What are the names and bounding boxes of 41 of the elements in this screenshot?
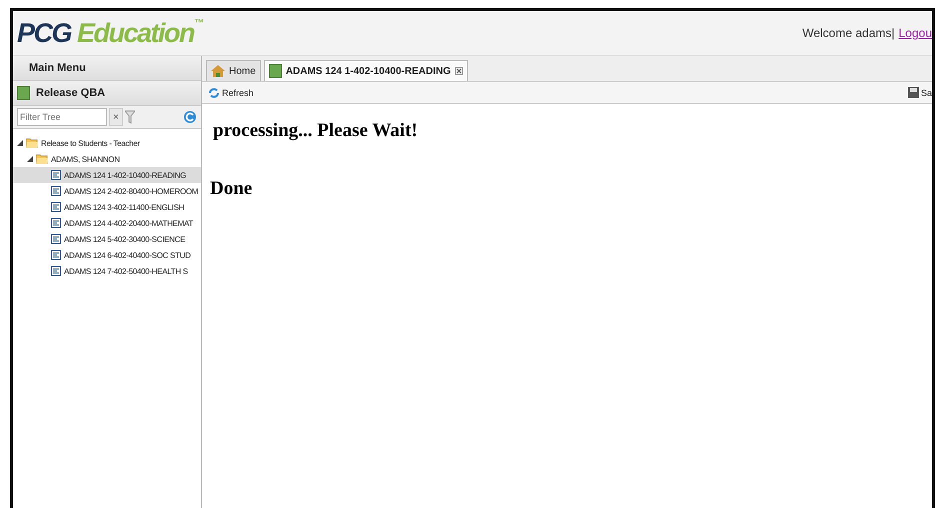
- tree-item[interactable]: ADAMS 124 6-402-40400-SOC STUD: [13, 247, 201, 263]
- result-message: Done: [210, 178, 254, 200]
- list-icon: [51, 186, 61, 196]
- square-icon: [17, 86, 30, 100]
- list-icon: [51, 234, 61, 244]
- list-icon: [51, 170, 61, 180]
- house-icon: [211, 65, 225, 77]
- list-icon: [51, 202, 61, 212]
- list-icon: [51, 218, 61, 228]
- folder-icon: [26, 138, 38, 148]
- tree-item[interactable]: ADAMS 124 7-402-50400-HEALTH S: [13, 263, 201, 279]
- clear-button[interactable]: ×: [109, 108, 123, 126]
- logout-link[interactable]: Logou: [898, 26, 932, 40]
- section-header[interactable]: Release QBA: [13, 81, 201, 106]
- list-icon: [51, 250, 61, 260]
- tree-item[interactable]: ADAMS, SHANNON: [13, 151, 201, 167]
- collapse-icon[interactable]: [17, 140, 23, 146]
- refresh-icon: [208, 86, 220, 98]
- refresh-icon[interactable]: [183, 110, 197, 124]
- tree-item[interactable]: ADAMS 124 2-402-80400-HOMEROOM: [13, 183, 201, 199]
- filter-field[interactable]: Filter Tree: [17, 108, 107, 126]
- save-icon: [908, 87, 919, 98]
- welcome-text: Welcome adams|: [802, 26, 895, 40]
- tab[interactable]: Home: [206, 60, 261, 81]
- tree-item[interactable]: ADAMS 124 3-402-11400-ENGLISH: [13, 199, 201, 215]
- save-button[interactable]: Sa: [908, 87, 932, 98]
- main-menu-header[interactable]: Main Menu: [13, 56, 201, 81]
- tree-item[interactable]: ADAMS 124 5-402-30400-SCIENCE: [13, 231, 201, 247]
- list-icon: [51, 266, 61, 276]
- tree-item[interactable]: Release to Students - Teacher: [13, 135, 201, 151]
- collapse-icon[interactable]: [27, 156, 33, 162]
- section-title: Release QBA: [36, 87, 106, 99]
- close-icon[interactable]: [454, 67, 463, 75]
- folder-icon: [36, 154, 48, 164]
- status-message: processing... Please Wait!: [213, 120, 419, 142]
- tree-item[interactable]: ADAMS 124 4-402-20400-MATHEMAT: [13, 215, 201, 231]
- tab[interactable]: ADAMS 124 1-402-10400-READING: [264, 60, 468, 81]
- logo: PCG Education™: [17, 18, 204, 48]
- square-icon: [268, 64, 282, 78]
- refresh-button[interactable]: Refresh: [208, 86, 254, 98]
- tree-item[interactable]: ADAMS 124 1-402-10400-READING: [13, 167, 201, 183]
